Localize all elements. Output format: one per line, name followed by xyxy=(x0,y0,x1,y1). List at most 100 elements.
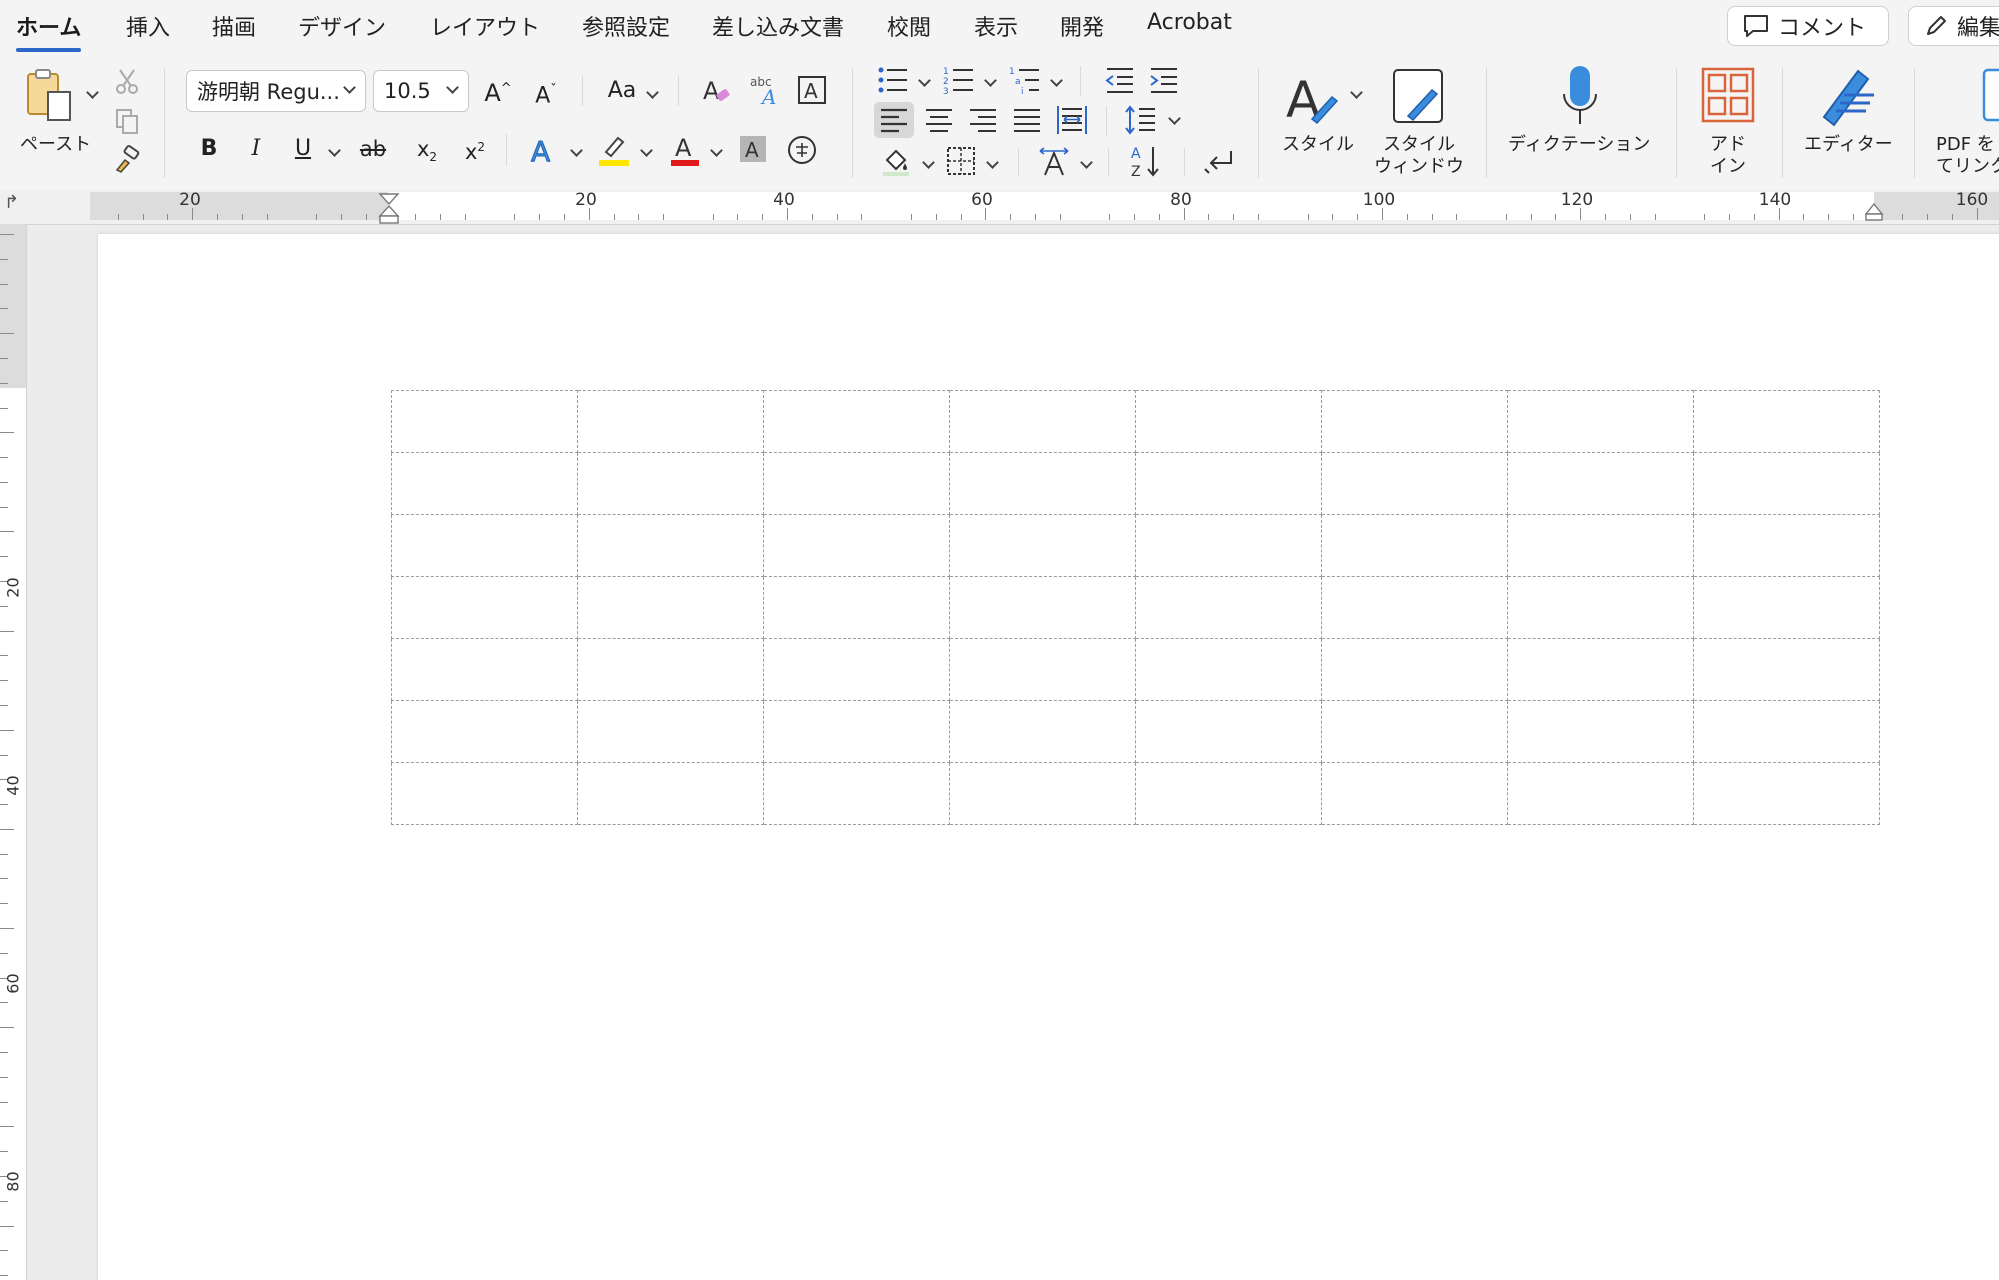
justify-button[interactable] xyxy=(1010,104,1044,136)
table-cell[interactable] xyxy=(1693,700,1880,763)
table-cell[interactable] xyxy=(1135,576,1322,639)
italic-button[interactable]: I xyxy=(243,134,269,164)
table-cell[interactable] xyxy=(1135,390,1322,453)
table-cell[interactable] xyxy=(1693,514,1880,577)
tab-references[interactable]: 参照設定 xyxy=(582,10,670,42)
document-page[interactable] xyxy=(98,234,1999,1280)
table-cell[interactable] xyxy=(577,390,764,453)
tab-draw[interactable]: 描画 xyxy=(212,10,256,42)
text-effect-color-button[interactable]: A xyxy=(526,132,560,168)
cut-button[interactable] xyxy=(112,66,142,96)
line-spacing-chevron[interactable] xyxy=(1168,114,1182,128)
table-cell[interactable] xyxy=(1321,514,1508,577)
tab-review[interactable]: 校閲 xyxy=(887,10,931,42)
change-case-button[interactable]: Aa xyxy=(602,76,642,106)
highlight-color-button[interactable] xyxy=(596,132,632,168)
table-cell[interactable] xyxy=(1693,638,1880,701)
grow-font-button[interactable]: A^ xyxy=(482,74,514,108)
clear-formatting-button[interactable]: A xyxy=(700,74,734,108)
table-cell[interactable] xyxy=(1321,390,1508,453)
sort-button[interactable]: AZ xyxy=(1128,142,1164,180)
table-cell[interactable] xyxy=(577,638,764,701)
paste-options-chevron[interactable] xyxy=(86,88,100,102)
styles-pane-button[interactable] xyxy=(1388,64,1450,130)
text-effect-chevron[interactable] xyxy=(570,146,584,160)
table-cell[interactable] xyxy=(391,514,578,577)
table-cell[interactable] xyxy=(763,638,950,701)
table-cell[interactable] xyxy=(577,514,764,577)
table-cell[interactable] xyxy=(1507,452,1694,515)
tab-home[interactable]: ホーム xyxy=(16,10,82,52)
shrink-font-button[interactable]: Aˇ xyxy=(530,76,562,111)
tab-developer[interactable]: 開発 xyxy=(1060,10,1104,42)
table-cell[interactable] xyxy=(763,390,950,453)
table-cell[interactable] xyxy=(391,576,578,639)
table-cell[interactable] xyxy=(1135,638,1322,701)
increase-indent-button[interactable] xyxy=(1146,64,1180,96)
addins-button[interactable] xyxy=(1700,66,1756,124)
tab-view[interactable]: 表示 xyxy=(974,10,1018,42)
font-size-dropdown[interactable]: 10.5 xyxy=(373,70,469,112)
table-cell[interactable] xyxy=(1507,390,1694,453)
table-cell[interactable] xyxy=(763,514,950,577)
shading-chevron[interactable] xyxy=(922,158,936,172)
borders-chevron[interactable] xyxy=(986,158,1000,172)
numbering-button[interactable]: 123 xyxy=(942,64,976,96)
decrease-indent-button[interactable] xyxy=(1102,64,1136,96)
table-cell[interactable] xyxy=(577,762,764,825)
subscript-button[interactable]: x2 xyxy=(412,134,442,172)
borders-button[interactable] xyxy=(944,144,978,178)
table-cell[interactable] xyxy=(1507,700,1694,763)
font-name-dropdown[interactable]: 游明朝 Regu... xyxy=(186,70,366,112)
format-painter-button[interactable] xyxy=(112,144,142,174)
dictation-button[interactable] xyxy=(1560,64,1600,128)
table-cell[interactable] xyxy=(1507,576,1694,639)
table-cell[interactable] xyxy=(1507,762,1694,825)
table-cell[interactable] xyxy=(949,452,1136,515)
vertical-ruler[interactable]: 20 40 60 80 xyxy=(0,224,27,1280)
table-cell[interactable] xyxy=(1693,576,1880,639)
right-indent-marker[interactable] xyxy=(1864,202,1884,222)
table-cell[interactable] xyxy=(763,700,950,763)
asian-layout-chevron[interactable] xyxy=(1080,158,1094,172)
styles-chevron[interactable] xyxy=(1350,88,1364,102)
multilevel-chevron[interactable] xyxy=(1050,76,1064,90)
table-cell[interactable] xyxy=(577,700,764,763)
table-cell[interactable] xyxy=(763,452,950,515)
character-shading-button[interactable]: A xyxy=(738,134,768,164)
enclose-characters-button[interactable] xyxy=(786,134,818,166)
table-cell[interactable] xyxy=(1693,452,1880,515)
table-cell[interactable] xyxy=(949,390,1136,453)
tab-layout[interactable]: レイアウト xyxy=(430,10,540,42)
line-spacing-button[interactable] xyxy=(1124,102,1158,138)
bullets-button[interactable] xyxy=(876,64,910,96)
tab-mailings[interactable]: 差し込み文書 xyxy=(712,10,844,42)
text-effects-button[interactable]: abc A xyxy=(748,72,782,108)
comment-button[interactable]: コメント xyxy=(1727,6,1889,46)
tab-design[interactable]: デザイン xyxy=(298,10,386,42)
table-cell[interactable] xyxy=(1135,514,1322,577)
strikethrough-button[interactable]: ab xyxy=(356,134,390,164)
table-cell[interactable] xyxy=(949,762,1136,825)
tab-insert[interactable]: 挿入 xyxy=(126,10,170,42)
paragraph-marks-button[interactable] xyxy=(1202,144,1238,178)
table-cell[interactable] xyxy=(1321,700,1508,763)
table-cell[interactable] xyxy=(1321,638,1508,701)
document-table[interactable] xyxy=(391,390,1880,825)
horizontal-ruler[interactable]: ↱ 20 20 40 60 80 100 120 140 160 xyxy=(0,190,1999,225)
underline-button[interactable]: U xyxy=(290,134,316,164)
font-color-chevron[interactable] xyxy=(710,146,724,160)
table-cell[interactable] xyxy=(391,452,578,515)
table-cell[interactable] xyxy=(577,576,764,639)
edit-button[interactable]: 編集 xyxy=(1908,6,1999,46)
table-cell[interactable] xyxy=(391,638,578,701)
table-cell[interactable] xyxy=(1693,390,1880,453)
pdf-link-button[interactable] xyxy=(1980,68,1999,124)
table-cell[interactable] xyxy=(1135,700,1322,763)
copy-button[interactable] xyxy=(112,106,142,136)
tab-selector-icon[interactable]: ↱ xyxy=(4,192,19,213)
table-cell[interactable] xyxy=(391,390,578,453)
table-cell[interactable] xyxy=(949,514,1136,577)
table-cell[interactable] xyxy=(949,700,1136,763)
table-cell[interactable] xyxy=(1507,638,1694,701)
